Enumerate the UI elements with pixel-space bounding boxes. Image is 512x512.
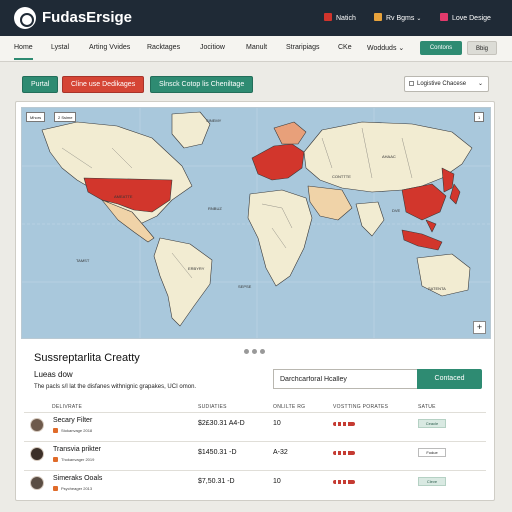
map-label: Erbyry: [188, 266, 205, 271]
voting-indicator: [333, 422, 355, 426]
row-meta: Thokanvager 2019: [53, 457, 94, 462]
map-label: Ahaac: [382, 154, 396, 159]
map-layer-count[interactable]: 1: [474, 112, 485, 122]
map-label: Rnbuz: [208, 206, 222, 211]
zoom-in-button[interactable]: +: [473, 321, 486, 334]
avatar: [30, 447, 44, 461]
map-label: Tamst: [76, 258, 90, 263]
table-row[interactable]: Secary Filter Stokanvage 2018 $2£30.31 A…: [24, 415, 486, 443]
table-row[interactable]: Simeraks Ooals Psycheager 2013 $7,50.31 …: [24, 473, 486, 501]
app-header: FudasErsige Natich Rv Bgms ⌄ Love Desige: [0, 0, 512, 36]
filter-chip-cheniltage[interactable]: Slnsck Cotop lis Cheniltage: [150, 76, 254, 93]
nav-wodduds[interactable]: Wodduds ⌄: [367, 44, 404, 52]
divider: [24, 441, 486, 442]
page-dot[interactable]: [244, 349, 249, 354]
header-link-bgms[interactable]: Rv Bgms ⌄: [374, 13, 421, 22]
column-header: ONLILTE RG: [273, 404, 306, 410]
row-price: $7,50.31 -D: [198, 478, 235, 485]
row-price: $1450.31 -D: [198, 449, 237, 456]
map-label: Ameatte: [114, 194, 133, 199]
row-count: 10: [273, 478, 281, 485]
page-dot[interactable]: [252, 349, 257, 354]
bbig-button[interactable]: Bbig: [467, 41, 497, 55]
main-panel: Mhors 2 Ssime 1 SINEMY Ameatte Ahaac Con…: [15, 101, 495, 501]
brand-logo[interactable]: [14, 7, 36, 29]
nav-jocitiow[interactable]: Jocitiow: [200, 44, 225, 51]
tag-icon: [53, 457, 58, 462]
search-input[interactable]: [273, 369, 418, 389]
chevron-down-icon: ⌄: [477, 81, 483, 87]
map-layer-tag[interactable]: 2 Ssime: [54, 112, 77, 122]
column-header: VOSTTING PORATES: [333, 404, 389, 410]
status-badge[interactable]: Cleve: [418, 477, 446, 486]
world-map-graphic: [22, 108, 490, 338]
page-dot[interactable]: [260, 349, 265, 354]
section-description: The pacls s/l lat the disfanes withnigni…: [34, 384, 197, 390]
voting-indicator: [333, 480, 355, 484]
nav-lystal[interactable]: Lystal: [51, 44, 69, 51]
column-header: SATUE: [418, 404, 436, 410]
row-price: $2£30.31 A4-D: [198, 420, 245, 427]
status-badge[interactable]: Fodue: [418, 448, 446, 457]
tag-icon: [53, 486, 58, 491]
column-header: SUDIATIES: [198, 404, 227, 410]
nav-home[interactable]: Home: [14, 44, 33, 60]
map-pagination[interactable]: [244, 347, 268, 356]
main-nav: Home Lystal Arting Vvides Racktages Joci…: [0, 36, 512, 62]
row-name[interactable]: Transvia prikter: [53, 446, 101, 453]
nav-racktages[interactable]: Racktages: [147, 44, 180, 51]
chevron-down-icon: ⌄: [416, 16, 422, 22]
row-meta: Psycheager 2013: [53, 486, 92, 491]
divider: [24, 470, 486, 471]
status-badge[interactable]: Ceacle: [418, 419, 446, 428]
chevron-down-icon: ⌄: [398, 45, 405, 52]
header-link-natich[interactable]: Natich: [324, 13, 356, 22]
heart-icon: [440, 13, 448, 21]
badge-icon: [374, 13, 382, 21]
map-label: Conttte: [332, 174, 351, 179]
divider: [24, 412, 486, 413]
column-header: DELIVRATE: [52, 404, 83, 410]
filter-chip-purtal[interactable]: Purtal: [22, 76, 58, 93]
row-count: 10: [273, 420, 281, 427]
nav-manult[interactable]: Manult: [246, 44, 267, 51]
filter-icon: [409, 81, 414, 86]
logistics-select[interactable]: Logistive Chacese ⌄: [404, 76, 489, 92]
world-map[interactable]: Mhors 2 Ssime 1 SINEMY Ameatte Ahaac Con…: [21, 107, 491, 339]
row-name[interactable]: Secary Filter: [53, 417, 92, 424]
search-button[interactable]: Contaced: [417, 369, 482, 389]
map-layer-tag[interactable]: Mhors: [26, 112, 46, 122]
row-meta: Stokanvage 2018: [53, 428, 92, 433]
voting-indicator: [333, 451, 355, 455]
section-title: Sussreptarlita Creatty: [34, 352, 140, 364]
filter-chip-dedikages[interactable]: Cline use Dedikages: [62, 76, 145, 93]
avatar: [30, 418, 44, 432]
nav-cke[interactable]: CKe: [338, 44, 352, 51]
contons-button[interactable]: Contons: [420, 41, 462, 55]
brand-name[interactable]: FudasErsige: [42, 9, 132, 26]
table-row[interactable]: Transvia prikter Thokanvager 2019 $1450.…: [24, 444, 486, 472]
section-subtitle: Lueas dow: [34, 370, 73, 379]
nav-arting-vvides[interactable]: Arting Vvides: [89, 44, 130, 51]
map-label: Dve: [392, 208, 401, 213]
map-label: Satenta: [428, 286, 446, 291]
notification-icon: [324, 13, 332, 21]
tag-icon: [53, 428, 58, 433]
row-count: A-32: [273, 449, 288, 456]
map-label: Sepse: [238, 284, 252, 289]
row-name[interactable]: Simeraks Ooals: [53, 475, 102, 482]
avatar: [30, 476, 44, 490]
nav-straripiags[interactable]: Straripiags: [286, 44, 319, 51]
header-link-love-desige[interactable]: Love Desige: [440, 13, 491, 22]
map-label: SINEMY: [206, 118, 222, 123]
